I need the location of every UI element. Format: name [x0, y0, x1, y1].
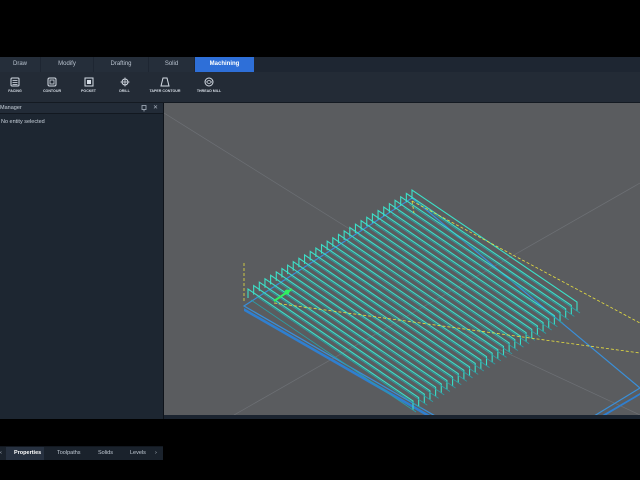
- view-reference-lines: [164, 112, 640, 415]
- close-panel-button[interactable]: ✕: [153, 103, 158, 113]
- contour-label: CONTOUR: [42, 89, 62, 93]
- toolpath-pass-shadow: [273, 286, 439, 399]
- contour-button[interactable]: CONTOUR: [38, 75, 66, 99]
- menu-tab-bar: Draw Modify Drafting Solid Machining: [0, 57, 640, 72]
- tab-solid[interactable]: Solid: [149, 57, 194, 72]
- drill-button[interactable]: DRILL: [112, 75, 137, 99]
- thread-mill-label: THREAD MILL: [196, 89, 222, 93]
- facing-icon: [10, 77, 20, 87]
- tab-properties[interactable]: Properties: [6, 447, 44, 460]
- tab-modify[interactable]: Modify: [41, 57, 93, 72]
- toolpath-scene: Y X: [164, 112, 640, 415]
- thread-mill-icon: [204, 77, 214, 87]
- machining-ribbon: FACING CONTOUR POCKET DRILL TAPER CONTOU…: [0, 72, 640, 103]
- toolpath-pass-shadow: [250, 299, 417, 413]
- tab-solids[interactable]: Solids: [98, 447, 113, 460]
- toolpath-pass-shadow: [267, 289, 434, 403]
- pin-button[interactable]: [141, 103, 147, 117]
- toolpath-pass-shadow: [290, 275, 456, 389]
- taper-contour-label: TAPER CONTOUR: [149, 89, 181, 93]
- pocket-label: POCKET: [81, 89, 96, 93]
- toolpath-pass-shadow: [256, 296, 422, 409]
- drill-label: DRILL: [119, 89, 130, 93]
- taper-contour-button[interactable]: TAPER CONTOUR: [146, 75, 184, 99]
- pin-icon: [141, 105, 147, 112]
- toolpath-pass-shadow: [284, 279, 451, 392]
- panel-tab-strip: ‹ Properties Toolpaths Solids Levels ›: [0, 446, 163, 460]
- thread-mill-button[interactable]: THREAD MILL: [192, 75, 226, 99]
- facing-button[interactable]: FACING: [2, 75, 28, 99]
- app-window: Draw Modify Drafting Solid Machining FAC…: [0, 57, 640, 460]
- pocket-icon: [84, 77, 93, 87]
- tab-drafting[interactable]: Drafting: [94, 57, 148, 72]
- toolpath-pass-shadow: [262, 292, 428, 406]
- tabs-scroll-left[interactable]: ‹: [0, 447, 5, 460]
- manager-title: Manager: [0, 105, 22, 111]
- status-bar: [164, 415, 640, 419]
- tab-levels[interactable]: Levels: [130, 447, 146, 460]
- pocket-button[interactable]: POCKET: [75, 75, 102, 99]
- manager-header: Manager ✕: [0, 103, 163, 114]
- facing-label: FACING: [8, 89, 22, 93]
- graphics-viewport[interactable]: Y X: [164, 103, 640, 415]
- tabs-scroll-right[interactable]: ›: [155, 447, 157, 460]
- no-selection-message: No entity selected: [1, 119, 45, 125]
- drill-icon: [120, 77, 129, 87]
- toolpath-pass-shadow: [301, 268, 468, 382]
- toolpath-pass-shadow: [296, 272, 462, 386]
- toolpath-pass-shadow: [312, 262, 479, 375]
- tab-toolpaths[interactable]: Toolpaths: [57, 447, 81, 460]
- tab-draw[interactable]: Draw: [0, 57, 40, 72]
- contour-icon: [47, 77, 57, 87]
- taper-contour-icon: [160, 77, 170, 87]
- manager-panel: Manager ✕ No entity selected ‹ Propertie…: [0, 103, 164, 460]
- tab-machining[interactable]: Machining: [195, 57, 254, 72]
